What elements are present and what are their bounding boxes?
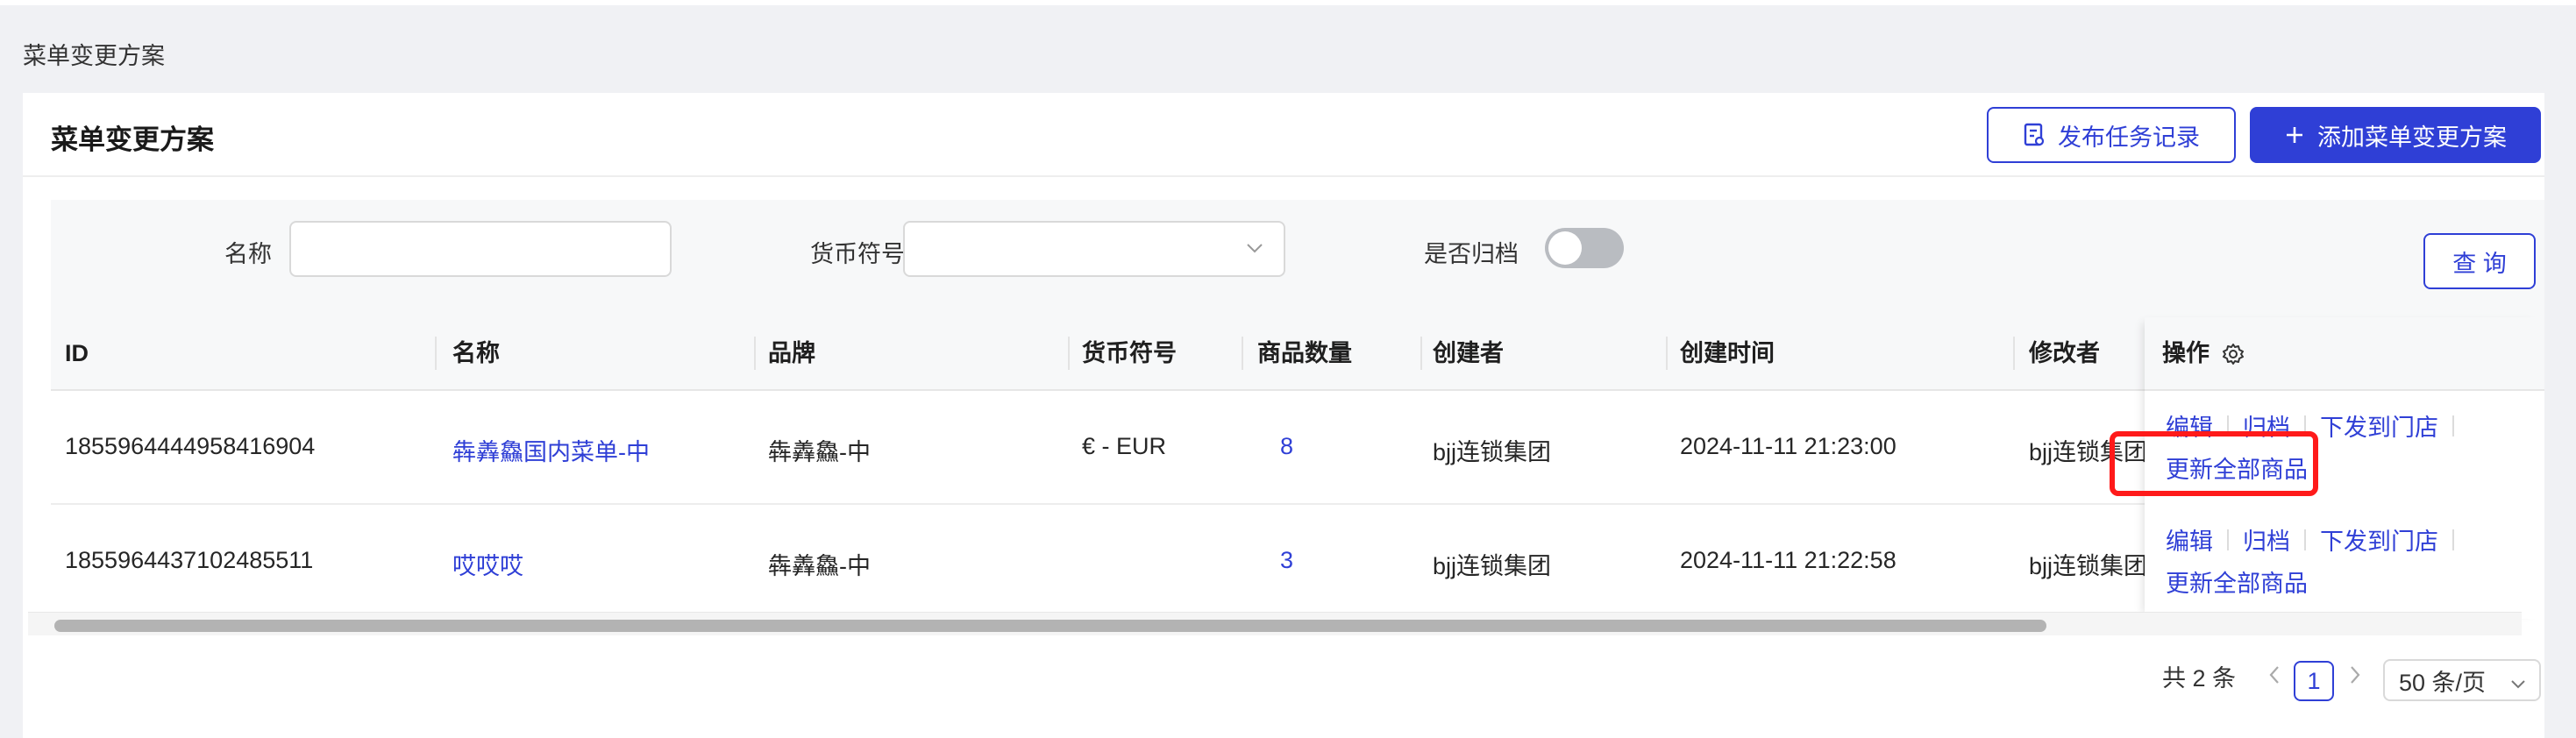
add-scheme-label: 添加菜单变更方案 [2317, 124, 2507, 151]
cell-brand: 犇羴鱻-中 [768, 553, 871, 579]
col-created: 创建时间 [1680, 340, 1775, 366]
archived-toggle[interactable] [1545, 228, 1624, 268]
col-divider [1666, 337, 1668, 370]
chevron-down-icon [2509, 672, 2527, 699]
horizontal-scrollbar[interactable] [28, 612, 2522, 635]
archive-link[interactable]: 归档 [2243, 522, 2290, 557]
page-1-button[interactable]: 1 [2294, 661, 2334, 701]
cell-created: 2024-11-11 21:23:00 [1680, 433, 1896, 459]
cell-count-link[interactable]: 3 [1280, 547, 1293, 574]
highlight-box [2110, 431, 2318, 496]
cell-id: 1855964444958416904 [65, 433, 316, 459]
cell-count-link[interactable]: 8 [1280, 433, 1293, 460]
cell-created: 2024-11-11 21:22:58 [1680, 547, 1896, 573]
document-icon [2023, 123, 2046, 147]
action-divider [2304, 529, 2306, 550]
cell-name-link[interactable]: 犇羴鱻国内菜单-中 [452, 433, 650, 467]
publish-records-label: 发布任务记录 [2058, 124, 2200, 151]
card-header: 菜单变更方案 发布任务记录 添加菜单变更方案 [23, 93, 2544, 177]
breadcrumb: 菜单变更方案 [23, 43, 165, 69]
toggle-knob [1548, 231, 1582, 265]
col-id: ID [65, 340, 89, 366]
col-divider [1242, 337, 1243, 370]
page-title: 菜单变更方案 [51, 124, 214, 155]
cell-brand: 犇羴鱻-中 [768, 439, 871, 465]
query-label: 查 询 [2452, 250, 2507, 277]
col-divider [754, 337, 756, 370]
col-brand: 品牌 [768, 340, 815, 366]
pagination-total: 共 2 条 [2162, 665, 2237, 692]
page-size-select[interactable]: 50 条/页 [2383, 659, 2541, 701]
col-divider [2013, 337, 2015, 370]
col-divider [1068, 337, 1070, 370]
publish-records-button[interactable]: 发布任务记录 [1987, 107, 2236, 163]
col-actions: 操作 [2162, 340, 2210, 366]
gear-icon[interactable] [2222, 343, 2245, 370]
col-modifier: 修改者 [2029, 340, 2100, 366]
row-actions: 编辑 归档 下发到门店 [2166, 522, 2468, 557]
cell-currency: € - EUR [1082, 433, 1167, 459]
action-divider [2227, 529, 2229, 550]
action-divider [2452, 415, 2454, 436]
cell-name-link[interactable]: 哎哎哎 [452, 547, 523, 581]
chevron-down-icon [1245, 238, 1264, 262]
edit-link[interactable]: 编辑 [2166, 522, 2213, 557]
chevron-right-icon[interactable] [2346, 663, 2364, 692]
dispatch-link[interactable]: 下发到门店 [2320, 522, 2438, 557]
page-size-value: 50 条/页 [2399, 669, 2487, 696]
cell-creator: bjj连锁集团 [1433, 439, 1552, 465]
col-count: 商品数量 [1257, 340, 1352, 366]
col-divider [1420, 337, 1422, 370]
col-divider [435, 337, 437, 370]
col-currency: 货币符号 [1082, 340, 1177, 366]
currency-select[interactable] [903, 221, 1285, 277]
col-name: 名称 [452, 340, 500, 366]
cell-creator: bjj连锁集团 [1433, 553, 1552, 579]
scrollbar-thumb[interactable] [54, 620, 2046, 632]
add-scheme-button[interactable]: 添加菜单变更方案 [2250, 107, 2541, 163]
dispatch-link[interactable]: 下发到门店 [2320, 408, 2438, 443]
plus-icon [2284, 124, 2305, 145]
name-filter-input[interactable] [289, 221, 672, 277]
cell-modifier: bjj连锁集团 [2029, 553, 2148, 579]
query-button[interactable]: 查 询 [2423, 233, 2536, 289]
update-all-link[interactable]: 更新全部商品 [2166, 564, 2308, 599]
cell-id: 1855964437102485511 [65, 547, 314, 573]
archived-filter-label: 是否归档 [1424, 241, 1519, 267]
currency-filter-label: 货币符号 [810, 241, 905, 267]
action-divider [2452, 529, 2454, 550]
col-creator: 创建者 [1433, 340, 1504, 366]
name-filter-label: 名称 [224, 241, 272, 267]
chevron-left-icon[interactable] [2266, 663, 2283, 692]
main-card: 菜单变更方案 发布任务记录 添加菜单变更方案 名称 货币符号 是否归档 查 询 … [23, 93, 2544, 738]
actions-header: 操作 [2145, 317, 2544, 391]
